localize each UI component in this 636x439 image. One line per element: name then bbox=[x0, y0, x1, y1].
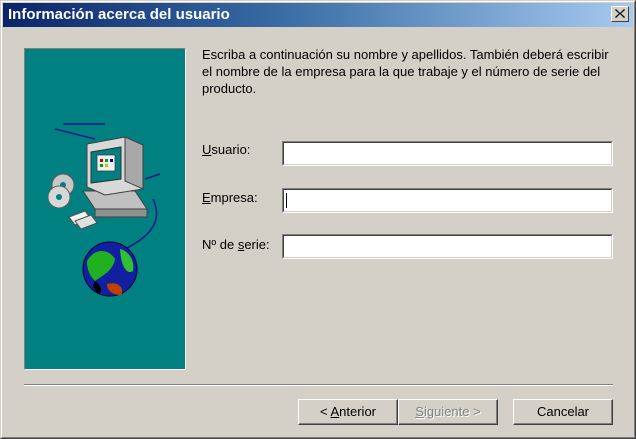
text-caret bbox=[286, 193, 287, 208]
intro-text: Escriba a continuación su nombre y apell… bbox=[202, 47, 609, 96]
serial-number-field[interactable] bbox=[282, 234, 613, 259]
company-field[interactable] bbox=[282, 188, 613, 213]
cancel-button[interactable]: Cancelar bbox=[513, 399, 613, 425]
username-label: Usuario: bbox=[202, 142, 251, 157]
title-bar[interactable]: Información acerca del usuario bbox=[3, 3, 633, 27]
back-button[interactable]: < Anterior bbox=[298, 399, 398, 425]
close-icon bbox=[615, 9, 625, 18]
close-button[interactable] bbox=[611, 6, 629, 22]
wizard-illustration-panel bbox=[24, 48, 186, 370]
dialog-window: Información acerca del usuario Escriba a… bbox=[0, 0, 636, 439]
username-field[interactable] bbox=[282, 141, 613, 166]
serial-number-label: Nº de serie: bbox=[202, 237, 270, 252]
computer-illustration bbox=[47, 123, 161, 297]
company-label: Empresa: bbox=[202, 190, 258, 205]
separator bbox=[24, 384, 613, 386]
next-button[interactable]: Siguiente > bbox=[398, 399, 498, 425]
window-title: Información acerca del usuario bbox=[8, 6, 230, 23]
